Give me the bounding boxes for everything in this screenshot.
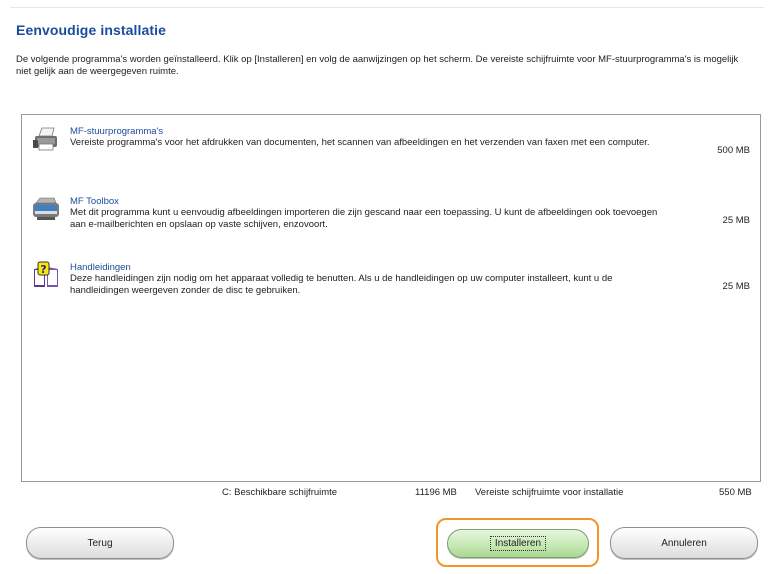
program-list[interactable]: MF-stuurprogramma's Vereiste programma's… xyxy=(21,114,761,482)
manual-help-icon: ? xyxy=(32,261,60,289)
install-button-highlight: Installeren xyxy=(436,518,599,567)
item-size: 500 MB xyxy=(717,145,750,156)
install-button[interactable]: Installeren xyxy=(447,529,589,558)
page-title: Eenvoudige installatie xyxy=(16,22,167,38)
cancel-button[interactable]: Annuleren xyxy=(610,527,758,559)
item-description: Vereiste programma's voor het afdrukken … xyxy=(70,137,650,148)
list-item-manuals[interactable]: ? Handleidingen Deze handleidingen zijn … xyxy=(32,261,752,321)
item-name: MF Toolbox xyxy=(70,196,119,207)
required-space-value: 550 MB xyxy=(719,487,752,498)
svg-text:?: ? xyxy=(40,263,46,276)
scanner-icon xyxy=(32,195,60,223)
drive-label: C: Beschikbare schijfruimte xyxy=(222,487,338,498)
item-name: MF-stuurprogramma's xyxy=(70,126,164,137)
intro-text: De volgende programma's worden geïnstall… xyxy=(16,54,739,77)
printer-icon xyxy=(32,125,60,153)
item-size: 25 MB xyxy=(722,281,750,292)
required-space-label: Vereiste schijfruimte voor installatie xyxy=(475,487,624,498)
drive-free-value: 11196 MB xyxy=(415,487,457,498)
item-name: Handleidingen xyxy=(70,262,131,273)
list-item-mf-drivers[interactable]: MF-stuurprogramma's Vereiste programma's… xyxy=(32,125,752,185)
install-button-label: Installeren xyxy=(489,536,547,551)
item-description: Deze handleidingen zijn nodig om het app… xyxy=(70,273,613,296)
item-description: Met dit programma kunt u eenvoudig afbee… xyxy=(70,207,658,230)
list-item-mf-toolbox[interactable]: MF Toolbox Met dit programma kunt u eenv… xyxy=(32,195,752,255)
back-button[interactable]: Terug xyxy=(26,527,174,559)
item-size: 25 MB xyxy=(722,215,750,226)
